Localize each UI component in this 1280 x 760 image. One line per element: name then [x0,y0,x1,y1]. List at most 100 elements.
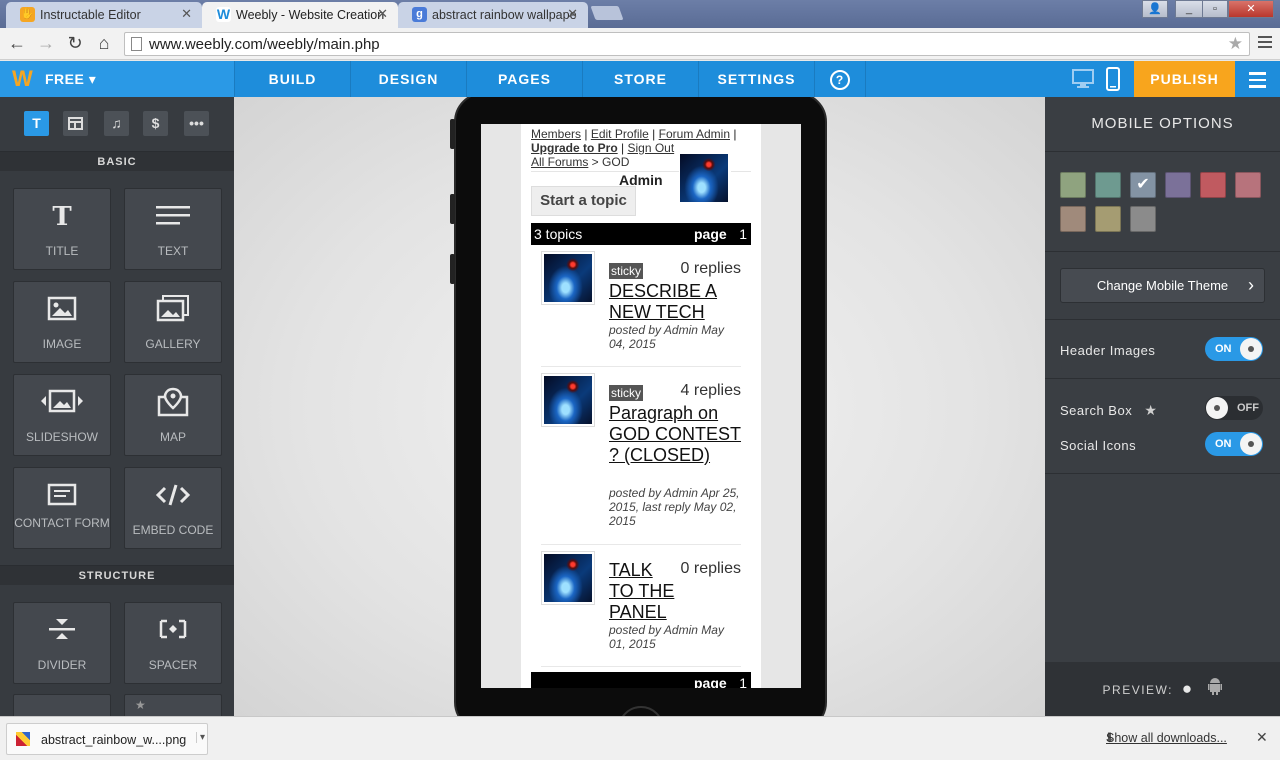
divider [1045,151,1280,152]
color-swatch[interactable] [1130,206,1156,232]
tab-build[interactable]: BUILD [234,61,350,97]
all-forums-link[interactable]: All Forums [531,155,588,169]
text-element[interactable]: TEXT [124,188,222,270]
edit-profile-link[interactable]: Edit Profile [591,127,649,141]
more-element[interactable]: ★ [124,694,222,716]
phone-side-button [450,119,455,149]
image-element[interactable]: IMAGE [13,281,111,363]
tab-instructable-editor[interactable]: ✋ Instructable Editor ✕ [6,2,202,28]
slideshow-element[interactable]: SLIDESHOW [13,374,111,456]
star-icon: ★ [1144,402,1158,418]
reply-count: 4 replies [680,382,741,399]
sign-out-link[interactable]: Sign Out [627,141,674,155]
color-swatch[interactable] [1060,172,1086,198]
new-tab-button[interactable] [590,6,624,20]
topic-item[interactable]: sticky 0 replies DESCRIBE A NEW TECH pos… [541,251,741,361]
desktop-view-icon[interactable] [1072,69,1094,92]
tab-google-search[interactable]: g abstract rainbow wallpape ✕ [398,2,588,28]
members-link[interactable]: Members [531,127,581,141]
breadcrumb-separator: > [588,155,603,169]
more-category-icon[interactable]: ••• [184,111,209,136]
map-element[interactable]: MAP [124,374,222,456]
apple-icon[interactable]: ● [1182,679,1194,698]
text-category-icon[interactable]: T [24,111,49,136]
minimize-button[interactable]: _ [1175,0,1203,18]
chevron-down-icon[interactable]: ▾ [195,732,205,743]
layout-category-icon[interactable] [63,111,88,136]
topic-title[interactable]: DESCRIBE A NEW TECH [609,281,744,323]
reload-icon[interactable]: ↻ [64,33,86,54]
tab-pages[interactable]: PAGES [466,61,582,97]
contact-form-element[interactable]: CONTACT FORM [13,467,111,549]
help-button[interactable]: ? [814,61,866,97]
change-mobile-theme-button[interactable]: Change Mobile Theme › [1060,268,1265,303]
element-label: DIVIDER [37,658,87,672]
tab-store[interactable]: STORE [582,61,698,97]
element-category-tabs: T ♫ $ ••• [0,97,234,149]
forum-admin-link[interactable]: Forum Admin [659,127,730,141]
structure-section-header: STRUCTURE [0,565,234,585]
code-icon [125,480,221,512]
phone-side-button [450,194,455,224]
close-icon[interactable]: ✕ [1256,729,1268,746]
topic-item[interactable]: sticky 4 replies Paragraph on GOD CONTES… [541,373,741,543]
topic-item[interactable]: 0 replies TALK TO THE PANEL posted by Ad… [541,551,741,661]
mobile-view-icon[interactable] [1106,67,1120,94]
header-images-toggle[interactable]: ON [1205,337,1263,361]
commerce-category-icon[interactable]: $ [143,111,168,136]
bookmark-star-icon[interactable]: ★ [1228,34,1243,54]
topic-thumbnail [541,373,595,427]
tab-settings[interactable]: SETTINGS [698,61,814,97]
color-swatch[interactable] [1235,172,1261,198]
back-arrow-icon[interactable]: ← [6,33,28,54]
search-box-toggle[interactable]: OFF [1205,396,1263,420]
embed-code-element[interactable]: EMBED CODE [124,467,222,549]
user-icon[interactable]: 👤 [1142,0,1168,18]
forward-arrow-icon[interactable]: → [35,33,57,54]
instructables-icon: ✋ [20,7,35,22]
color-swatch[interactable] [1165,172,1191,198]
image-icon [14,294,110,326]
topics-header-bar: 3 topics page 1 [531,223,751,245]
divider-element[interactable]: DIVIDER [13,602,111,684]
sticky-badge: sticky [609,263,643,279]
publish-button[interactable]: PUBLISH [1134,61,1235,97]
close-tab-icon[interactable]: ✕ [181,6,192,22]
upgrade-link[interactable]: Upgrade to Pro [531,141,618,155]
topic-title[interactable]: TALK TO THE PANEL [609,560,679,623]
color-swatch[interactable] [1200,172,1226,198]
chrome-menu-icon[interactable] [1258,36,1272,51]
element-label: SPACER [148,658,198,672]
plan-menu[interactable]: W FREE ▾ [0,61,234,97]
color-swatch[interactable] [1095,206,1121,232]
close-window-button[interactable]: ✕ [1228,0,1274,18]
home-icon[interactable]: ⌂ [93,33,115,54]
maximize-button[interactable]: ▫ [1202,0,1228,18]
image-file-icon [16,732,30,746]
social-icons-toggle[interactable]: ON [1205,432,1263,456]
topic-title[interactable]: Paragraph on GOD CONTEST ? (CLOSED) [609,403,744,466]
title-element[interactable]: T TITLE [13,188,111,270]
download-item[interactable]: abstract_rainbow_w....png ▾ [6,723,208,755]
more-element[interactable] [13,694,111,716]
android-icon[interactable] [1208,664,1223,718]
download-filename: abstract_rainbow_w....png [41,733,187,747]
show-all-downloads-link[interactable]: Show all downloads... [1106,731,1227,745]
color-swatch[interactable] [1095,172,1121,198]
breadcrumb-current: GOD [602,155,630,169]
spacer-icon [125,615,221,647]
spacer-element[interactable]: SPACER [124,602,222,684]
color-swatch[interactable] [1060,206,1086,232]
basic-section-header: BASIC [0,151,234,171]
tab-design[interactable]: DESIGN [350,61,466,97]
gallery-element[interactable]: GALLERY [124,281,222,363]
close-tab-icon[interactable]: ✕ [377,6,388,22]
tab-weebly[interactable]: W Weebly - Website Creation ✕ [202,2,398,28]
music-category-icon[interactable]: ♫ [104,111,129,136]
start-topic-button[interactable]: Start a topic [531,186,636,216]
element-label: IMAGE [42,337,82,351]
hamburger-menu-icon[interactable] [1235,61,1280,97]
color-swatch-selected[interactable]: ✔ [1130,172,1156,198]
address-bar[interactable]: www.weebly.com/weebly/main.php ★ [124,32,1250,56]
close-tab-icon[interactable]: ✕ [567,6,578,22]
